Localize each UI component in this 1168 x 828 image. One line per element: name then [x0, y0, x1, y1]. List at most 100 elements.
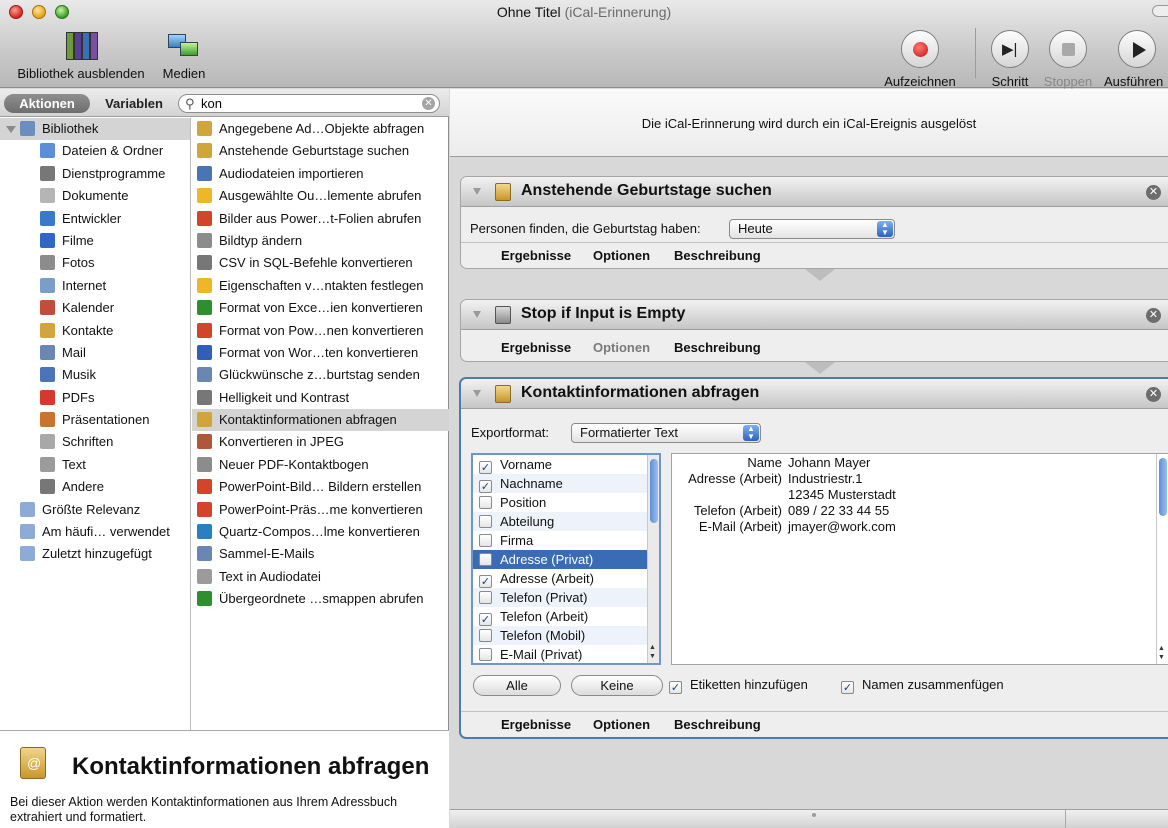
action-item[interactable]: Helligkeit und Kontrast: [192, 387, 449, 409]
field-row-adresse-privat[interactable]: Adresse (Privat): [473, 550, 659, 569]
close-action-icon[interactable]: ✕: [1146, 308, 1161, 323]
field-checkbox[interactable]: [479, 515, 492, 528]
action-block-birthdays[interactable]: Anstehende Geburtstage suchen ✕ Personen…: [460, 176, 1168, 281]
field-checkbox[interactable]: ✓: [479, 480, 492, 493]
scrollbar-thumb[interactable]: [650, 459, 658, 523]
scroll-arrows-icon[interactable]: ▲ ▼: [1158, 644, 1165, 662]
sidebar-item-dienstprogramme[interactable]: Dienstprogramme: [0, 163, 190, 185]
action-item[interactable]: Übergeordnete …smappen abrufen: [192, 588, 449, 610]
action-item[interactable]: CSV in SQL-Befehle konvertieren: [192, 252, 449, 274]
tab-variables[interactable]: Variablen: [94, 94, 174, 113]
field-checkbox[interactable]: ✓: [479, 575, 492, 588]
field-checkbox[interactable]: [479, 648, 492, 661]
action-item[interactable]: PowerPoint-Präs…me konvertieren: [192, 499, 449, 521]
sidebar-item-dateien-ordner[interactable]: Dateien & Ordner: [0, 140, 190, 162]
export-format-popup[interactable]: Formatierter Text ▲ ▼: [571, 423, 761, 443]
add-labels-checkbox[interactable]: ✓: [669, 681, 682, 694]
action-block-header[interactable]: Stop if Input is Empty ✕: [461, 300, 1168, 330]
action-item[interactable]: Bilder aus Power…t-Folien abrufen: [192, 208, 449, 230]
disclosure-triangle-icon[interactable]: [473, 188, 481, 195]
field-checkbox[interactable]: [479, 553, 492, 566]
tab-options[interactable]: Optionen: [593, 717, 650, 732]
sidebar-item-filme[interactable]: Filme: [0, 230, 190, 252]
tab-description[interactable]: Beschreibung: [674, 340, 761, 355]
close-action-icon[interactable]: ✕: [1146, 185, 1161, 200]
tab-actions[interactable]: Aktionen: [4, 94, 90, 113]
action-block-contact-info[interactable]: Kontaktinformationen abfragen ✕ Exportfo…: [459, 377, 1168, 739]
sidebar-item-dokumente[interactable]: Dokumente: [0, 185, 190, 207]
sidebar-item-musik[interactable]: Musik: [0, 364, 190, 386]
action-block-stop-if-empty[interactable]: Stop if Input is Empty ✕ Ergebnisse Opti…: [460, 299, 1168, 374]
sidebar-item-schriften[interactable]: Schriften: [0, 431, 190, 453]
select-all-button[interactable]: Alle: [473, 675, 561, 696]
preview-scrollbar[interactable]: ▲ ▼: [1156, 454, 1168, 664]
scroll-arrows-icon[interactable]: ▲ ▼: [649, 643, 656, 661]
action-block-header[interactable]: Kontaktinformationen abfragen ✕: [461, 379, 1168, 409]
action-item[interactable]: Format von Exce…ien konvertieren: [192, 297, 449, 319]
sidebar-item-prasentationen[interactable]: Präsentationen: [0, 409, 190, 431]
action-item[interactable]: Ausgewählte Ou…lemente abrufen: [192, 185, 449, 207]
action-item[interactable]: Kontaktinformationen abfragen: [192, 409, 449, 432]
field-row-firma[interactable]: Firma: [473, 531, 659, 550]
action-item[interactable]: Quartz-Compos…lme konvertieren: [192, 521, 449, 543]
disclosure-triangle-icon[interactable]: [473, 311, 481, 318]
field-row-telefon-privat[interactable]: Telefon (Privat): [473, 588, 659, 607]
field-checklist[interactable]: ✓ Vorname ✓ Nachname Position Abteilung Firma A…: [471, 453, 661, 665]
field-checkbox[interactable]: ✓: [479, 461, 492, 474]
sidebar-item-andere[interactable]: Andere: [0, 476, 190, 498]
tab-results[interactable]: Ergebnisse: [501, 717, 571, 732]
step-button[interactable]: ▶| Schritt: [984, 30, 1036, 89]
action-item[interactable]: Angegebene Ad…Objekte abfragen: [192, 118, 449, 140]
sidebar-item-text[interactable]: Text: [0, 454, 190, 476]
sidebar-item-fotos[interactable]: Fotos: [0, 252, 190, 274]
action-item[interactable]: Bildtyp ändern: [192, 230, 449, 252]
select-none-button[interactable]: Keine: [571, 675, 663, 696]
stop-button[interactable]: Stoppen: [1038, 30, 1098, 89]
sidebar-item-pdfs[interactable]: PDFs: [0, 387, 190, 409]
disclosure-triangle-icon[interactable]: [6, 126, 16, 133]
add-labels-option[interactable]: ✓ Etiketten hinzufügen: [669, 677, 808, 694]
media-button[interactable]: Medien: [156, 30, 212, 81]
action-item[interactable]: Audiodateien importieren: [192, 163, 449, 185]
action-item[interactable]: Sammel-E-Mails: [192, 543, 449, 565]
hide-library-button[interactable]: Bibliothek ausblenden: [6, 30, 156, 81]
sidebar-item-am-haufi-verwendet[interactable]: Am häufi… verwendet: [0, 521, 190, 543]
action-item[interactable]: PowerPoint-Bild… Bildern erstellen: [192, 476, 449, 498]
tab-results[interactable]: Ergebnisse: [501, 248, 571, 263]
field-row-telefon-mobil[interactable]: Telefon (Mobil): [473, 626, 659, 645]
action-block-header[interactable]: Anstehende Geburtstage suchen ✕: [461, 177, 1168, 207]
merge-names-option[interactable]: ✓ Namen zusammenfügen: [841, 677, 1004, 694]
field-checkbox[interactable]: [479, 534, 492, 547]
action-item[interactable]: Format von Pow…nen konvertieren: [192, 320, 449, 342]
tab-description[interactable]: Beschreibung: [674, 248, 761, 263]
field-checkbox[interactable]: ✓: [479, 613, 492, 626]
disclosure-triangle-icon[interactable]: [473, 390, 481, 397]
sidebar-item-entwickler[interactable]: Entwickler: [0, 208, 190, 230]
field-list-scrollbar[interactable]: ▲ ▼: [647, 455, 659, 663]
field-row-nachname[interactable]: ✓ Nachname: [473, 474, 659, 493]
toolbar-toggle-button[interactable]: [1152, 5, 1168, 17]
run-button[interactable]: Ausführen: [1104, 30, 1166, 89]
resize-handle[interactable]: [812, 813, 816, 817]
field-row-adresse-arbeit[interactable]: ✓ Adresse (Arbeit): [473, 569, 659, 588]
clear-search-icon[interactable]: ✕: [422, 97, 435, 110]
sidebar-item-zuletzt-hinzugefugt[interactable]: Zuletzt hinzugefügt: [0, 543, 190, 565]
field-row-position[interactable]: Position: [473, 493, 659, 512]
sidebar-item-gro-te-relevanz[interactable]: Größte Relevanz: [0, 499, 190, 521]
sidebar-item-bibliothek[interactable]: Bibliothek: [0, 118, 190, 141]
sidebar-item-mail[interactable]: Mail: [0, 342, 190, 364]
birthday-popup[interactable]: Heute ▲ ▼: [729, 219, 895, 239]
field-checkbox[interactable]: [479, 496, 492, 509]
action-item[interactable]: Konvertieren in JPEG: [192, 431, 449, 453]
action-item[interactable]: Text in Audiodatei: [192, 566, 449, 588]
tab-options[interactable]: Optionen: [593, 340, 650, 355]
field-row-telefon-arbeit[interactable]: ✓ Telefon (Arbeit): [473, 607, 659, 626]
field-row-abteilung[interactable]: Abteilung: [473, 512, 659, 531]
field-checkbox[interactable]: [479, 629, 492, 642]
action-item[interactable]: Neuer PDF-Kontaktbogen: [192, 454, 449, 476]
action-item[interactable]: Format von Wor…ten konvertieren: [192, 342, 449, 364]
search-input[interactable]: [201, 96, 411, 111]
sidebar-item-kalender[interactable]: Kalender: [0, 297, 190, 319]
close-action-icon[interactable]: ✕: [1146, 387, 1161, 402]
field-row-e-mail-privat[interactable]: E-Mail (Privat): [473, 645, 659, 663]
